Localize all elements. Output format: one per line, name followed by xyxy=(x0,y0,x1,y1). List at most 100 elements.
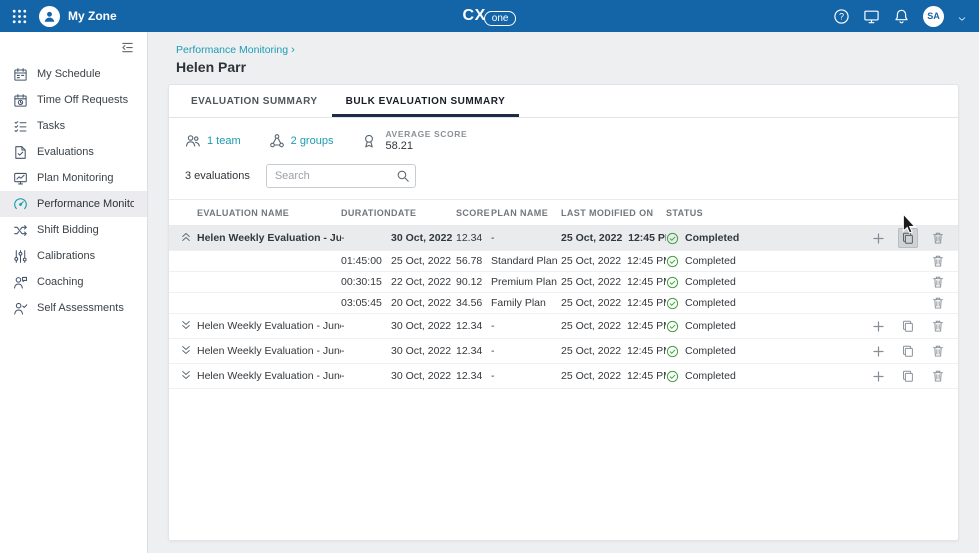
expand-rows-icon[interactable] xyxy=(179,343,193,357)
notifications-bell-icon[interactable] xyxy=(893,8,910,25)
table-body: Helen Weekly Evaluation - June... - 30 O… xyxy=(169,226,958,389)
schedule-icon xyxy=(13,67,28,82)
team-label[interactable]: 1 team xyxy=(207,135,241,147)
check-circle-icon xyxy=(666,276,679,289)
delete-icon[interactable] xyxy=(928,272,948,292)
delete-icon[interactable] xyxy=(928,293,948,313)
col-plan-name: PLAN NAME xyxy=(491,208,561,218)
add-icon[interactable] xyxy=(868,316,888,336)
topbar-actions: ? SA xyxy=(833,6,967,27)
user-avatar[interactable]: SA xyxy=(923,6,944,27)
top-header: My Zone CX one ? SA xyxy=(0,0,979,32)
sidebar-item-label: Coaching xyxy=(37,276,83,288)
table-row[interactable]: Helen Weekly Evaluation - June 20 - 30 O… xyxy=(169,364,958,389)
breadcrumb-link[interactable]: Performance Monitoring xyxy=(176,44,288,56)
collapse-sidebar-icon[interactable] xyxy=(120,40,135,55)
copy-icon[interactable] xyxy=(898,228,918,248)
table-row[interactable]: 00:30:15 22 Oct, 2022 90.12 Premium Plan… xyxy=(169,272,958,293)
table-row[interactable]: Helen Weekly Evaluation - June 20 - 30 O… xyxy=(169,314,958,339)
status-cell: Completed xyxy=(666,255,848,268)
row-actions xyxy=(848,293,948,313)
delete-icon[interactable] xyxy=(928,316,948,336)
table-row[interactable]: 01:45:00 25 Oct, 2022 56.78 Standard Pla… xyxy=(169,251,958,272)
tab-bulk-evaluation-summary[interactable]: BULK EVALUATION SUMMARY xyxy=(332,85,520,117)
search-input[interactable] xyxy=(266,164,416,188)
date-cell: 30 Oct, 2022 xyxy=(391,370,456,382)
row-actions xyxy=(848,272,948,292)
table-row[interactable]: 03:05:45 20 Oct, 2022 34.56 Family Plan … xyxy=(169,293,958,314)
col-score: SCORE xyxy=(456,208,491,218)
copy-icon[interactable] xyxy=(898,316,918,336)
sidebar-item-my-schedule[interactable]: My Schedule xyxy=(0,61,147,87)
sidebar-item-label: Self Assessments xyxy=(37,302,124,314)
sidebar-item-coaching[interactable]: Coaching xyxy=(0,269,147,295)
chevron-down-icon[interactable] xyxy=(957,11,967,21)
table-row[interactable]: Helen Weekly Evaluation - June 20 - 30 O… xyxy=(169,339,958,364)
search-icon[interactable] xyxy=(396,169,410,183)
tasks-icon xyxy=(13,119,28,134)
groups-label[interactable]: 2 groups xyxy=(291,135,334,147)
check-circle-icon xyxy=(666,297,679,310)
time-off-icon xyxy=(13,93,28,108)
sidebar-item-shift-bidding[interactable]: Shift Bidding xyxy=(0,217,147,243)
screen-monitor-icon[interactable] xyxy=(863,8,880,25)
sidebar-item-tasks[interactable]: Tasks xyxy=(0,113,147,139)
add-icon[interactable] xyxy=(868,366,888,386)
row-actions xyxy=(848,366,948,386)
status-cell: Completed xyxy=(666,320,848,333)
add-icon[interactable] xyxy=(868,228,888,248)
sidebar-item-label: Shift Bidding xyxy=(37,224,99,236)
tab-evaluation-summary[interactable]: EVALUATION SUMMARY xyxy=(177,85,332,117)
sidebar-item-time-off-requests[interactable]: Time Off Requests xyxy=(0,87,147,113)
last-modified-cell: 25 Oct, 2022 12:45 PM xyxy=(561,320,666,332)
groups-link[interactable]: 2 groups xyxy=(269,133,334,149)
content-card: EVALUATION SUMMARY BULK EVALUATION SUMMA… xyxy=(168,84,959,541)
status-label: Completed xyxy=(685,276,736,288)
apps-grid-icon[interactable] xyxy=(12,9,27,24)
status-cell: Completed xyxy=(666,370,848,383)
summary-stats: 1 team 2 groups AVERAGE SCORE xyxy=(169,118,958,159)
date-cell: 20 Oct, 2022 xyxy=(391,297,456,309)
last-modified-cell: 25 Oct, 2022 12:45 PM xyxy=(561,345,666,357)
duration-cell: - xyxy=(341,232,391,244)
last-modified-cell: 25 Oct, 2022 12:45 PM xyxy=(561,255,666,267)
collapse-rows-icon[interactable] xyxy=(179,230,193,244)
expand-rows-icon[interactable] xyxy=(179,318,193,332)
average-score-value: 58.21 xyxy=(385,140,467,154)
sidebar-item-label: My Schedule xyxy=(37,68,101,80)
plan-name-cell: - xyxy=(491,345,561,357)
sidebar-item-calibrations[interactable]: Calibrations xyxy=(0,243,147,269)
status-label: Completed xyxy=(685,232,739,244)
cxone-logo: CX one xyxy=(463,0,517,32)
check-circle-icon xyxy=(666,232,679,245)
add-icon[interactable] xyxy=(868,341,888,361)
col-date: DATE xyxy=(391,208,456,218)
breadcrumb[interactable]: Performance Monitoring› xyxy=(176,44,959,56)
delete-icon[interactable] xyxy=(928,251,948,271)
row-actions xyxy=(848,251,948,271)
duration-cell: 01:45:00 xyxy=(341,255,391,267)
status-label: Completed xyxy=(685,297,736,309)
copy-icon[interactable] xyxy=(898,341,918,361)
copy-icon[interactable] xyxy=(898,366,918,386)
sidebar-item-plan-monitoring[interactable]: Plan Monitoring xyxy=(0,165,147,191)
check-circle-icon xyxy=(666,370,679,383)
date-cell: 22 Oct, 2022 xyxy=(391,276,456,288)
delete-icon[interactable] xyxy=(928,366,948,386)
plan-name-cell: - xyxy=(491,232,561,244)
plan-name-cell: Standard Plan xyxy=(491,255,561,267)
sidebar-item-performance-monitoring[interactable]: Performance Monitoring xyxy=(0,191,147,217)
sidebar-item-label: Calibrations xyxy=(37,250,95,262)
my-zone-logo-icon[interactable] xyxy=(39,6,60,27)
status-label: Completed xyxy=(685,320,736,332)
delete-icon[interactable] xyxy=(928,341,948,361)
evaluation-count: 3 evaluations xyxy=(185,170,250,182)
sidebar-item-evaluations[interactable]: Evaluations xyxy=(0,139,147,165)
sidebar-item-self-assessments[interactable]: Self Assessments xyxy=(0,295,147,321)
help-icon[interactable]: ? xyxy=(833,8,850,25)
table-row[interactable]: Helen Weekly Evaluation - June... - 30 O… xyxy=(169,226,958,251)
delete-icon[interactable] xyxy=(928,228,948,248)
expand-rows-icon[interactable] xyxy=(179,368,193,382)
team-link[interactable]: 1 team xyxy=(185,133,241,149)
date-cell: 30 Oct, 2022 xyxy=(391,345,456,357)
